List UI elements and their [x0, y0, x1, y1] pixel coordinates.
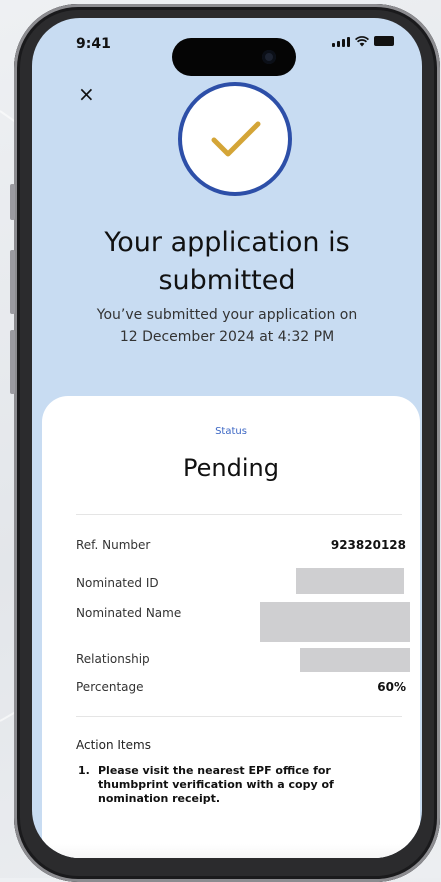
ref-number-label: Ref. Number	[76, 538, 151, 552]
divider	[76, 514, 402, 515]
system-icons	[332, 36, 394, 47]
nominated-name-label: Nominated Name	[76, 606, 182, 620]
signal-icon	[332, 37, 350, 47]
camera-icon	[262, 50, 276, 64]
redacted-nominated-name	[260, 602, 410, 642]
close-icon[interactable]: ×	[78, 84, 95, 104]
bottom-edge	[42, 844, 420, 858]
volume-up-button	[10, 250, 15, 314]
action-item-text: Please visit the nearest EPF office for …	[98, 764, 334, 805]
percentage-value: 60%	[377, 680, 406, 694]
action-item-number: 1.	[78, 764, 90, 777]
mute-switch	[10, 184, 15, 220]
title-line: submitted	[158, 265, 296, 296]
app-screen: 9:41 × Your application is submitted You…	[32, 18, 422, 858]
status-value: Pending	[183, 454, 279, 482]
subtitle-line: You’ve submitted your application on	[96, 307, 358, 323]
dynamic-island	[172, 38, 296, 76]
wifi-icon	[355, 36, 369, 47]
relationship-label: Relationship	[76, 652, 150, 666]
action-items-title: Action Items	[76, 738, 151, 752]
submission-subtitle: You’ve submitted your application on 12 …	[32, 304, 422, 348]
action-item: 1. Please visit the nearest EPF office f…	[78, 764, 378, 806]
percentage-label: Percentage	[76, 680, 144, 694]
status-label: Status	[215, 426, 247, 437]
redacted-nominated-id	[296, 568, 404, 594]
page-title: Your application is submitted	[32, 224, 422, 300]
status-time: 9:41	[76, 36, 111, 52]
redacted-relationship	[300, 648, 410, 672]
status-card: Status Pending Ref. Number 923820128 Nom…	[42, 396, 420, 858]
divider	[76, 716, 402, 717]
subtitle-line: 12 December 2024 at 4:32 PM	[119, 329, 335, 345]
checkmark-icon	[178, 82, 292, 196]
battery-icon	[374, 36, 394, 46]
title-line: Your application is	[104, 227, 350, 258]
nominated-id-label: Nominated ID	[76, 576, 159, 590]
ref-number-value: 923820128	[330, 538, 406, 552]
volume-down-button	[10, 330, 15, 394]
status-bar: 9:41	[32, 18, 422, 76]
